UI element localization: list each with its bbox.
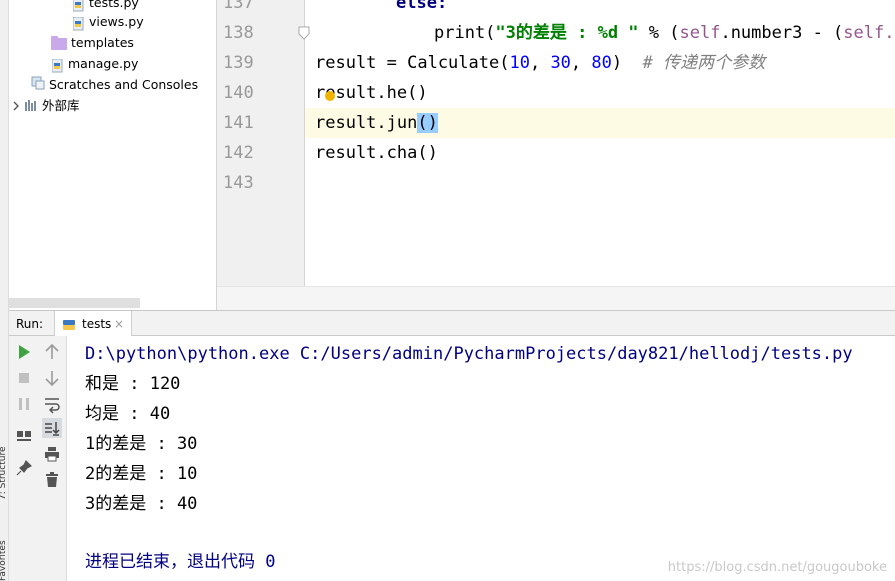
tree-item-label: views.py: [89, 14, 144, 29]
run-tab-tests[interactable]: tests ×: [54, 311, 132, 336]
code-token: ,: [570, 53, 592, 73]
line-number: 139: [223, 53, 254, 73]
run-tools-panel: [9, 336, 67, 581]
tree-item-label: manage.py: [68, 56, 139, 71]
code-line-139: result = Calculate(10, 30, 80) # 传递两个参数: [315, 48, 765, 78]
python-file-icon: [51, 58, 64, 72]
code-token: ,: [529, 53, 551, 73]
tree-item-views-py[interactable]: views.py: [72, 11, 144, 32]
code-token: ): [611, 53, 643, 73]
stop-icon[interactable]: [14, 368, 34, 388]
line-number: 138: [223, 23, 254, 43]
console-exit-message: 进程已结束，退出代码 0: [85, 552, 276, 572]
intention-bulb-icon[interactable]: [325, 91, 335, 101]
python-file-icon: [72, 16, 85, 30]
code-line-137: else:: [396, 0, 447, 18]
print-icon[interactable]: [42, 444, 62, 464]
pause-icon[interactable]: [14, 394, 34, 414]
code-token: self.: [843, 23, 895, 43]
scratches-icon: [31, 75, 45, 96]
code-token: "3的差是 : %d ": [495, 23, 639, 43]
code-editor[interactable]: 137 138 139 140 141 142 143 else: print(…: [217, 0, 895, 310]
line-number: 140: [223, 83, 254, 103]
arrow-down-icon[interactable]: [42, 368, 62, 388]
soft-wrap-icon[interactable]: [42, 394, 62, 414]
layout-icon[interactable]: [14, 426, 34, 446]
structure-tool-tab[interactable]: 7: Structure: [0, 440, 8, 501]
console-command-line: D:\python\python.exe C:/Users/admin/Pych…: [85, 344, 853, 364]
code-token: .number3 - (: [720, 23, 844, 43]
tree-item-label: Scratches and Consoles: [49, 77, 199, 92]
console-output-line: 3的差是 : 40: [85, 494, 198, 514]
rerun-icon[interactable]: [14, 342, 34, 362]
code-token: 80: [591, 53, 612, 73]
watermark: https://blog.csdn.net/gougouboke: [667, 560, 887, 575]
code-line-138: print("3的差是 : %d " % (self.number3 - (se…: [434, 18, 894, 48]
python-run-icon: [62, 317, 76, 336]
project-tree-panel: tests.py views.py templates manage.py Sc…: [9, 0, 217, 310]
favorites-tool-tab[interactable]: Favorites: [0, 540, 8, 581]
arrow-up-icon[interactable]: [42, 342, 62, 362]
run-console[interactable]: D:\python\python.exe C:/Users/admin/Pych…: [67, 336, 895, 581]
code-token: self: [679, 23, 721, 43]
code-token: 10: [509, 53, 530, 73]
close-icon[interactable]: ×: [114, 311, 124, 337]
folder-icon: [51, 35, 67, 50]
run-tab-label: tests: [82, 317, 112, 331]
library-icon: [24, 96, 38, 117]
run-label: Run:: [16, 317, 44, 331]
code-token: result.cha(): [315, 143, 438, 163]
tree-item-external-libraries[interactable]: 外部库: [12, 95, 80, 116]
code-token: 30: [550, 53, 571, 73]
run-toolbar: Run: tests ×: [9, 310, 895, 336]
code-comment: # 传递两个参数: [642, 53, 766, 73]
code-token: print(: [434, 23, 496, 43]
console-output-line: 均是 : 40: [85, 404, 171, 424]
left-tool-strip: 7: Structure Favorites: [0, 0, 9, 581]
pin-icon[interactable]: [14, 458, 34, 478]
line-number: 141: [223, 113, 254, 133]
code-line-141: result.jun(): [315, 108, 438, 138]
code-token: % (: [638, 23, 680, 43]
tree-item-label: 外部库: [42, 98, 80, 113]
project-horizontal-scrollbar[interactable]: [9, 298, 140, 308]
matched-brace: (): [417, 113, 438, 133]
console-output-line: 和是 : 120: [85, 374, 181, 394]
chevron-right-icon[interactable]: [12, 96, 20, 117]
code-token: result = Calculate(: [315, 53, 510, 73]
line-number: 137: [223, 0, 254, 13]
code-token: result.jun: [315, 113, 418, 133]
console-output-line: 1的差是 : 30: [85, 434, 198, 454]
console-output-line: 2的差是 : 10: [85, 464, 198, 484]
line-number: 143: [223, 173, 254, 193]
tree-item-label: tests.py: [89, 0, 139, 10]
line-number: 142: [223, 143, 254, 163]
scroll-to-end-icon[interactable]: [42, 418, 62, 438]
tree-item-manage-py[interactable]: manage.py: [51, 53, 139, 74]
tree-item-templates[interactable]: templates: [51, 32, 134, 53]
trash-icon[interactable]: [42, 470, 62, 490]
python-file-icon: [72, 0, 85, 11]
tree-item-label: templates: [71, 35, 134, 50]
code-token: else:: [396, 0, 448, 13]
editor-bottom-blank: [217, 286, 895, 310]
fold-marker-icon[interactable]: [298, 25, 310, 40]
tree-item-scratches[interactable]: Scratches and Consoles: [31, 74, 198, 95]
code-line-142: result.cha(): [315, 138, 438, 168]
